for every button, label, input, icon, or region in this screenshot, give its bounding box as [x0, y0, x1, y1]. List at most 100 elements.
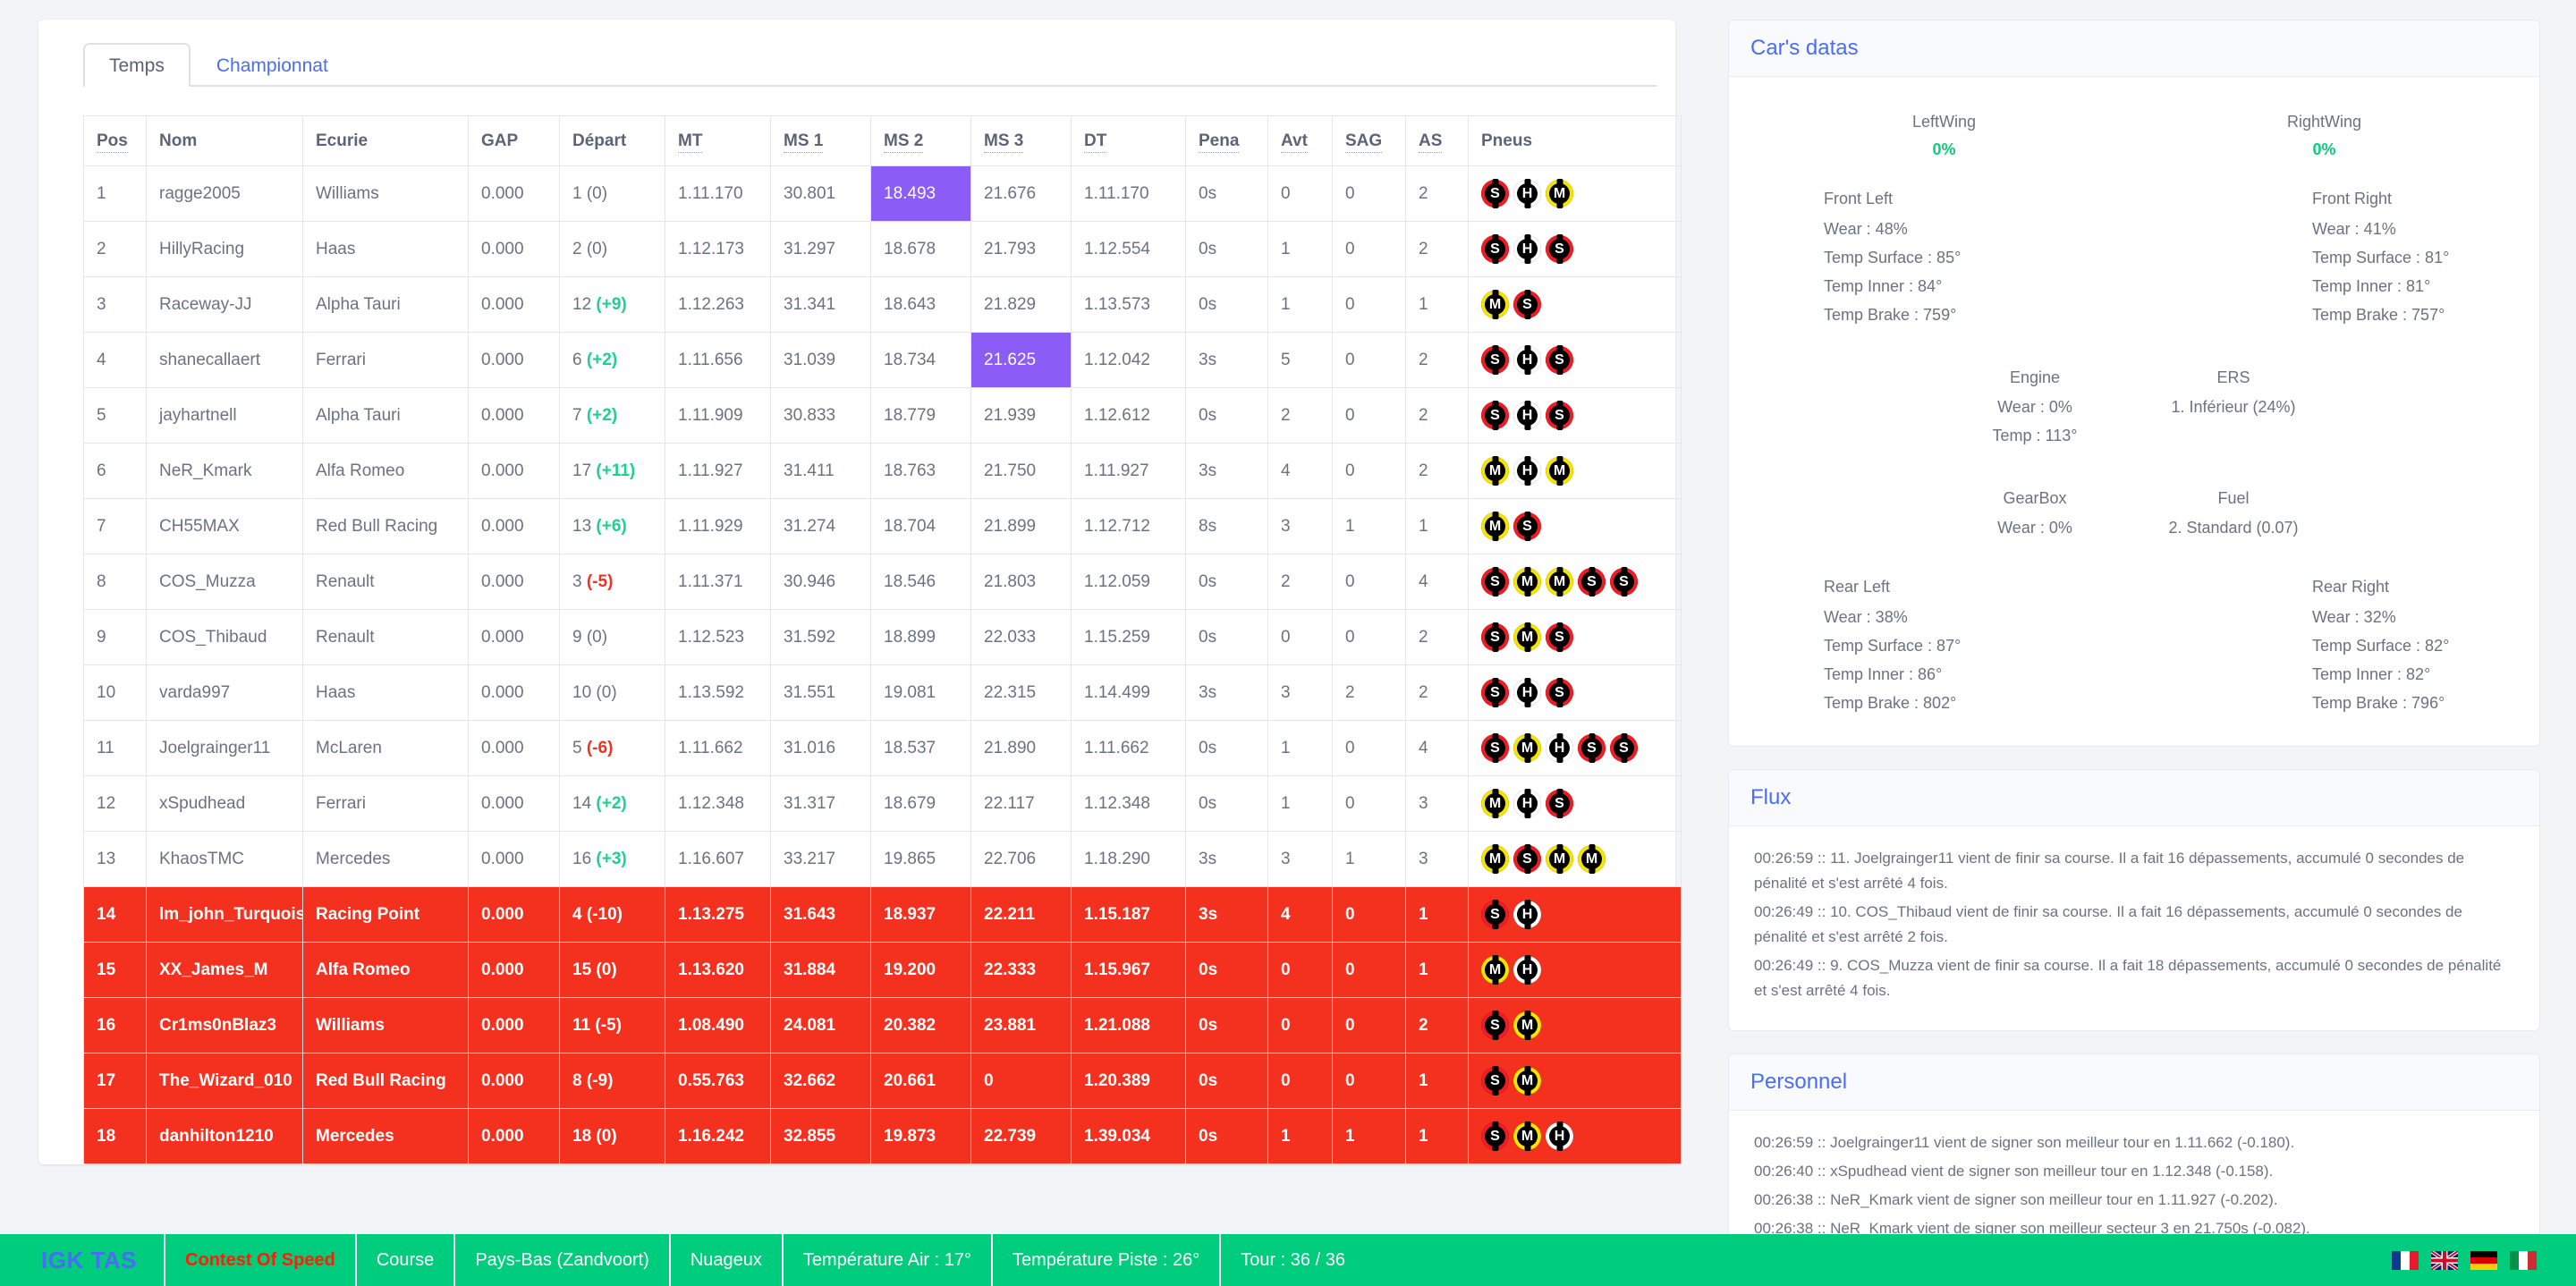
column-header-départ[interactable]: Départ	[559, 115, 665, 166]
championship-name: Contest Of Speed	[164, 1234, 355, 1286]
cell-pos: 10	[83, 664, 147, 721]
table-row[interactable]: 8 COS_Muzza Renault 0.000 3 (-5) 1.11.371 30.9…	[83, 554, 1682, 610]
column-header-dt[interactable]: DT	[1071, 115, 1186, 166]
tyre-medium-icon: M	[1513, 623, 1541, 651]
tyre-hard-icon: H	[1546, 734, 1573, 762]
cell-depart: 5 (-6)	[559, 720, 665, 776]
cell-pneus: SMH	[1468, 1108, 1682, 1164]
cell-as: 1	[1405, 942, 1469, 998]
rear-right-wear: Wear : 32%	[2312, 608, 2396, 626]
cell-dt: 1.11.927	[1071, 443, 1186, 499]
france-flag[interactable]	[2392, 1250, 2419, 1270]
cell-ms1: 31.317	[770, 775, 871, 832]
tyre-medium-icon: M	[1513, 568, 1541, 596]
germany-flag[interactable]	[2470, 1250, 2497, 1270]
table-row[interactable]: 11 Joelgrainger11 McLaren 0.000 5 (-6) 1.11.6…	[83, 720, 1682, 776]
table-row[interactable]: 17 The_Wizard_010 Red Bull Racing 0.000 8 (-…	[83, 1053, 1682, 1109]
cell-as: 4	[1405, 720, 1469, 776]
race-telemetry-page: Temps Championnat Pos Nom Ecurie GAP Départ M…	[0, 0, 2576, 1286]
italy-flag[interactable]	[2510, 1250, 2537, 1270]
column-header-sag[interactable]: SAG	[1332, 115, 1406, 166]
table-row[interactable]: 2 HillyRacing Haas 0.000 2 (0) 1.12.173 31.297…	[83, 221, 1682, 277]
column-header-pos[interactable]: Pos	[83, 115, 147, 166]
tyre-hard-icon: H	[1513, 956, 1541, 984]
cell-dt: 1.13.573	[1071, 276, 1186, 333]
cell-sag: 0	[1332, 942, 1406, 998]
cell-ecurie: Ferrari	[302, 332, 469, 388]
table-row[interactable]: 10 varda997 Haas 0.000 10 (0) 1.13.592 31.551 1…	[83, 664, 1682, 721]
tyre-hard-icon: H	[1546, 1122, 1573, 1150]
column-header-gap[interactable]: GAP	[468, 115, 560, 166]
cell-gap: 0.000	[468, 997, 560, 1053]
cell-avt: 0	[1267, 997, 1333, 1053]
column-header-ms-2[interactable]: MS 2	[870, 115, 971, 166]
cell-mt: 1.16.607	[665, 831, 771, 887]
table-row[interactable]: 6 NeR_Kmark Alfa Romeo 0.000 17 (+11) 1.11.92…	[83, 443, 1682, 499]
tyre-list: SM	[1481, 1067, 1668, 1095]
tyre-soft-icon: S	[1610, 734, 1638, 762]
cell-pena: 0s	[1185, 775, 1268, 832]
table-row[interactable]: 4 shanecallaert Ferrari 0.000 6 (+2) 1.11.656…	[83, 332, 1682, 388]
column-header-ms-1[interactable]: MS 1	[770, 115, 871, 166]
tyre-soft-icon: S	[1481, 679, 1509, 706]
personnel-entry: 00:26:40 :: xSpudhead vient de signer so…	[1754, 1163, 2274, 1180]
tab-temps[interactable]: Temps	[83, 43, 191, 87]
table-row[interactable]: 3 Raceway-JJ Alpha Tauri 0.000 12 (+9) 1.12.2…	[83, 276, 1682, 333]
cell-ms3: 22.033	[970, 609, 1072, 665]
united-kingdom-flag[interactable]	[2431, 1250, 2458, 1270]
cell-ms2: 18.493	[870, 165, 971, 222]
cell-ecurie: Williams	[302, 997, 469, 1053]
tyre-medium-icon: M	[1481, 291, 1509, 318]
cell-as: 2	[1405, 997, 1469, 1053]
tab-championnat[interactable]: Championnat	[191, 43, 354, 87]
tyre-soft-icon: S	[1481, 568, 1509, 596]
cell-pos: 11	[83, 720, 147, 776]
rear-tyres-row: Rear Left Wear : 38% Temp Surface : 87° …	[1754, 578, 2514, 723]
table-row[interactable]: 13 KhaosTMC Mercedes 0.000 16 (+3) 1.16.607 33…	[83, 831, 1682, 887]
cell-ms2: 19.081	[870, 664, 971, 721]
cell-ecurie: Haas	[302, 221, 469, 277]
left-wing-block: LeftWing 0%	[1754, 113, 2134, 159]
cell-pneus: SH	[1468, 886, 1682, 943]
tyre-soft-icon: S	[1610, 568, 1638, 596]
column-header-pneus[interactable]: Pneus	[1468, 115, 1682, 166]
column-header-pena[interactable]: Pena	[1185, 115, 1268, 166]
cell-pneus: SHM	[1468, 165, 1682, 222]
cell-avt: 2	[1267, 554, 1333, 610]
cars-datas-title: Car's datas	[1729, 21, 2539, 77]
cell-ms2: 18.643	[870, 276, 971, 333]
cell-sag: 0	[1332, 332, 1406, 388]
cell-pos: 4	[83, 332, 147, 388]
column-header-as[interactable]: AS	[1405, 115, 1469, 166]
column-header-avt[interactable]: Avt	[1267, 115, 1333, 166]
cell-avt: 1	[1267, 276, 1333, 333]
column-header-ms-3[interactable]: MS 3	[970, 115, 1072, 166]
cell-pena: 3s	[1185, 886, 1268, 943]
cell-dt: 1.11.662	[1071, 720, 1186, 776]
column-header-ecurie[interactable]: Ecurie	[302, 115, 469, 166]
column-header-nom[interactable]: Nom	[146, 115, 303, 166]
cell-avt: 0	[1267, 165, 1333, 222]
table-row[interactable]: 15 XX_James_M Alfa Romeo 0.000 15 (0) 1.13.62…	[83, 942, 1682, 998]
table-row[interactable]: 1 ragge2005 Williams 0.000 1 (0) 1.11.170 30.8…	[83, 165, 1682, 222]
cell-nom: NeR_Kmark	[146, 443, 303, 499]
tyre-soft-icon: S	[1546, 235, 1573, 263]
cell-mt: 1.08.490	[665, 997, 771, 1053]
column-header-mt[interactable]: MT	[665, 115, 771, 166]
table-row[interactable]: 16 Cr1ms0nBlaz3 Williams 0.000 11 (-5) 1.08.4…	[83, 997, 1682, 1053]
tyre-medium-icon: M	[1546, 845, 1573, 873]
table-row[interactable]: 14 lm_john_Turquois Racing Point 0.000 4 (-1…	[83, 886, 1682, 943]
cell-sag: 0	[1332, 997, 1406, 1053]
table-row[interactable]: 18 danhilton1210 Mercedes 0.000 18 (0) 1.16.2…	[83, 1108, 1682, 1164]
tyre-list: MS	[1481, 512, 1668, 540]
table-row[interactable]: 12 xSpudhead Ferrari 0.000 14 (+2) 1.12.348 31…	[83, 775, 1682, 832]
front-right-wear: Wear : 41%	[2312, 220, 2396, 238]
table-row[interactable]: 7 CH55MAX Red Bull Racing 0.000 13 (+6) 1.11.…	[83, 498, 1682, 554]
cell-nom: Cr1ms0nBlaz3	[146, 997, 303, 1053]
table-row[interactable]: 9 COS_Thibaud Renault 0.000 9 (0) 1.12.523 31.…	[83, 609, 1682, 665]
tyre-medium-icon: M	[1546, 568, 1573, 596]
tyre-medium-icon: M	[1481, 512, 1509, 540]
cell-depart: 9 (0)	[559, 609, 665, 665]
cell-depart: 18 (0)	[559, 1108, 665, 1164]
table-row[interactable]: 5 jayhartnell Alpha Tauri 0.000 7 (+2) 1.11.9…	[83, 387, 1682, 444]
